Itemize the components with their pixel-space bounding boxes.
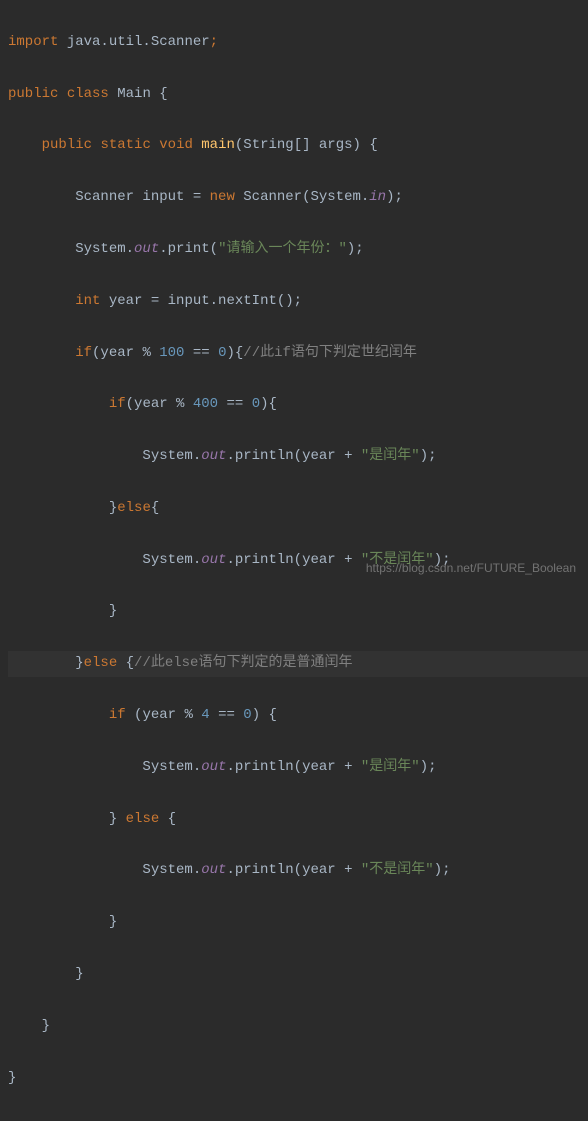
code-line: } else {: [8, 807, 588, 833]
code-line: System.out.println(year + "是闰年");: [8, 444, 588, 470]
string-literal: "不是闰年": [361, 862, 434, 878]
keyword-import: import: [8, 34, 58, 50]
code-line: System.out.println(year + "是闰年");: [8, 755, 588, 781]
code-line-highlighted: }else {//此else语句下判定的是普通闰年: [8, 651, 588, 677]
comment: //此if语句下判定世纪闰年: [243, 345, 417, 361]
code-line: import java.util.Scanner;: [8, 30, 588, 56]
code-line: System.out.print("请输入一个年份：");: [8, 237, 588, 263]
watermark-text: https://blog.csdn.net/FUTURE_Boolean: [366, 557, 576, 579]
keyword-public: public: [8, 86, 58, 102]
code-line: System.out.println(year + "不是闰年");: [8, 858, 588, 884]
code-line: }: [8, 1066, 588, 1092]
code-line: if(year % 400 == 0){: [8, 392, 588, 418]
code-line: if (year % 4 == 0) {: [8, 703, 588, 729]
code-line: }: [8, 910, 588, 936]
method-main: main: [201, 137, 235, 153]
field-out: out: [134, 241, 159, 257]
code-line: public static void main(String[] args) {: [8, 133, 588, 159]
field-in: in: [369, 189, 386, 205]
code-line: }: [8, 599, 588, 625]
code-line: }else{: [8, 496, 588, 522]
keyword-class: class: [67, 86, 109, 102]
string-literal: "请输入一个年份：": [218, 241, 347, 257]
string-literal: "是闰年": [361, 448, 420, 464]
code-line: public class Main {: [8, 82, 588, 108]
code-line: int year = input.nextInt();: [8, 289, 588, 315]
code-line: Scanner input = new Scanner(System.in);: [8, 185, 588, 211]
code-line: }: [8, 1014, 588, 1040]
string-literal: "是闰年": [361, 759, 420, 775]
class-name: Main: [117, 86, 151, 102]
code-line: if(year % 100 == 0){//此if语句下判定世纪闰年: [8, 341, 588, 367]
code-line: }: [8, 962, 588, 988]
comment: //此else语句下判定的是普通闰年: [134, 655, 352, 671]
